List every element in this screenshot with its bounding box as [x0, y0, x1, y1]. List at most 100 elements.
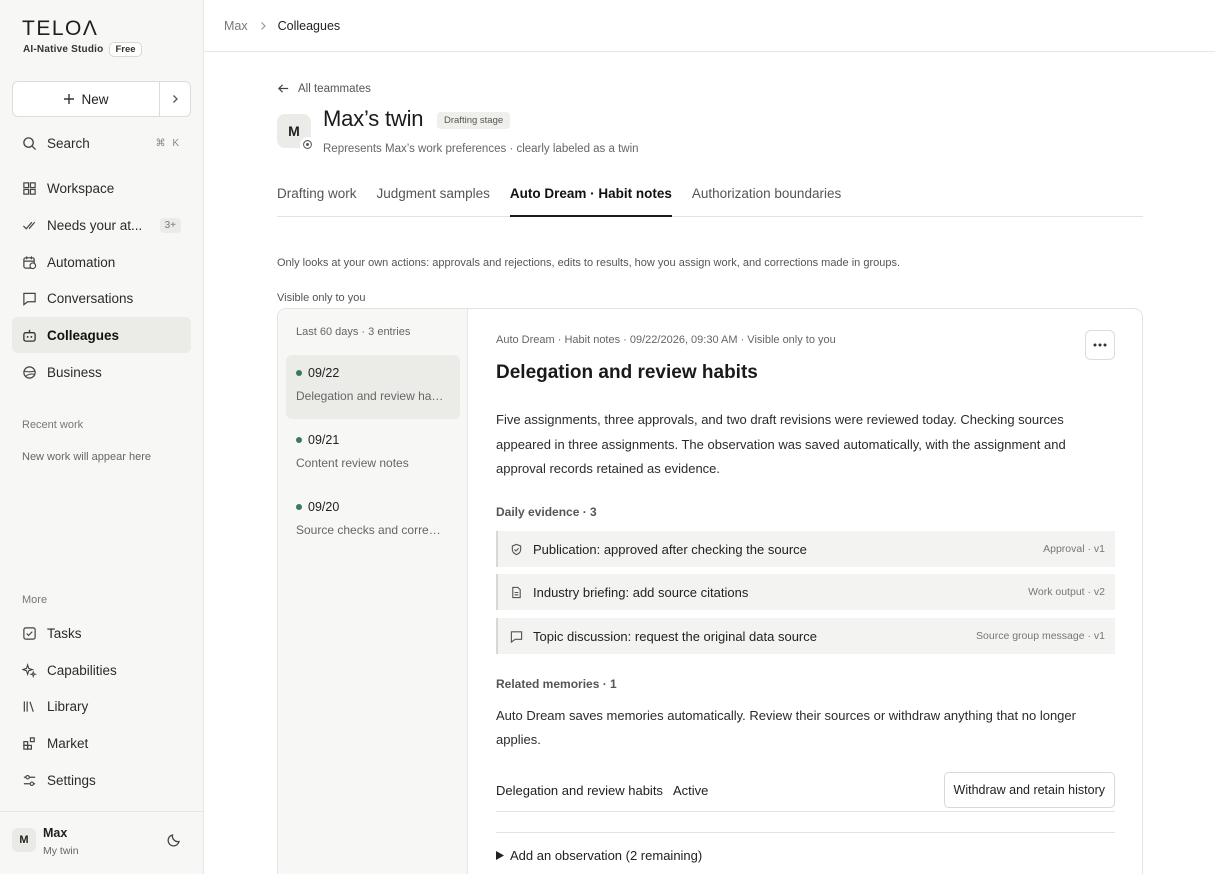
plus-icon [64, 94, 75, 104]
sidebar-item-label: Market [47, 735, 89, 751]
triangle-right-icon [496, 851, 504, 860]
sidebar-item-needs-attention[interactable]: Needs your at... 3+ [12, 207, 191, 243]
breadcrumb-parent[interactable]: Max [224, 19, 248, 33]
list-item[interactable]: 09/20 Source checks and corrections [286, 489, 460, 553]
status-dot [296, 370, 302, 376]
sidebar-item-label: Workspace [47, 180, 115, 196]
sidebar-item-library[interactable]: Library [12, 688, 191, 724]
memory-row: Delegation and review habits Active With… [496, 769, 1115, 812]
sidebar-item-label: Settings [47, 772, 96, 788]
tab-drafting-work[interactable]: Drafting work [277, 180, 357, 217]
tab-bar: Drafting work Judgment samples Auto Drea… [277, 180, 1143, 217]
chat-bubble-icon [23, 292, 36, 306]
entry-title: Source checks and corrections [296, 523, 446, 537]
user-name: Max [43, 826, 68, 840]
memories-heading: Related memories · 1 [496, 677, 617, 691]
shield-check-icon [511, 543, 522, 555]
studio-label: AI-Native Studio [23, 44, 104, 55]
checkbox-icon [23, 626, 36, 640]
app-logo: TELOΛ [22, 17, 99, 40]
evidence-text: Industry briefing: add source citations [533, 584, 749, 600]
breadcrumb: Max Colleagues [204, 0, 1215, 52]
search-icon [23, 136, 37, 150]
new-expand-button[interactable] [160, 82, 190, 116]
twin-avatar-initial: M [288, 123, 300, 139]
list-item[interactable]: 09/21 Content review notes [286, 422, 460, 486]
sidebar-item-label: Automation [47, 254, 116, 270]
sidebar-item-workspace[interactable]: Workspace [12, 170, 191, 206]
entry-date: 09/21 [308, 433, 340, 447]
evidence-row[interactable]: Industry briefing: add source citations … [496, 574, 1115, 610]
moon-icon [167, 834, 180, 847]
sidebar-item-colleagues[interactable]: Colleagues [12, 317, 191, 353]
grid-icon [23, 181, 36, 195]
bot-icon [23, 329, 36, 342]
document-icon [512, 586, 521, 598]
sidebar-item-label: Colleagues [47, 327, 120, 343]
sidebar-item-label: Business [47, 364, 102, 380]
chat-bubble-icon [510, 630, 523, 643]
entry-date: 09/22 [308, 366, 340, 380]
sidebar-item-search[interactable]: Search ⌘ K [12, 125, 191, 161]
memory-name: Delegation and review habits [496, 782, 663, 798]
search-shortcut: ⌘ K [155, 137, 181, 149]
entry-title: Delegation and review habits [296, 389, 446, 403]
list-item[interactable]: 09/22 Delegation and review habits [286, 355, 460, 419]
evidence-row[interactable]: Publication: approved after checking the… [496, 531, 1115, 567]
blocks-icon [23, 736, 35, 750]
sidebar-item-market[interactable]: Market [12, 725, 191, 761]
more-options-button[interactable] [1085, 330, 1115, 360]
withdraw-memory-button[interactable]: Withdraw and retain history [943, 772, 1115, 808]
calendar-clock-icon [23, 255, 37, 269]
sidebar-item-conversations[interactable]: Conversations [12, 280, 191, 316]
status-dot [296, 437, 302, 443]
user-profile[interactable]: M Max My twin [0, 811, 204, 874]
entries-header: Last 60 days · 3 entries [296, 326, 411, 338]
add-observation-toggle[interactable]: Add an observation (2 remaining) [496, 832, 1115, 863]
double-check-icon [22, 221, 36, 230]
sidebar-item-label: Search [47, 135, 90, 151]
entry-title: Content review notes [296, 456, 409, 470]
sidebar: TELOΛ AI-Native Studio Free New Search ⌘… [0, 0, 204, 874]
back-link-label: All teammates [298, 82, 371, 95]
habit-notes-panel: Last 60 days · 3 entries 09/22 Delegatio… [277, 308, 1143, 874]
back-to-teammates-link[interactable]: All teammates [277, 82, 371, 95]
entry-date: 09/20 [308, 500, 340, 514]
more-horizontal-icon [1093, 343, 1107, 347]
evidence-heading: Daily evidence · 3 [496, 505, 597, 519]
chevron-right-icon [173, 95, 178, 103]
sidebar-item-label: Needs your at... [47, 217, 143, 233]
studio-row: AI-Native Studio Free [23, 42, 142, 57]
sidebar-item-label: Conversations [47, 290, 134, 306]
sidebar-item-business[interactable]: Business [12, 354, 191, 390]
sidebar-item-settings[interactable]: Settings [12, 762, 191, 798]
sparkles-icon [22, 662, 37, 678]
tab-judgment-samples[interactable]: Judgment samples [377, 180, 490, 217]
add-observation-label: Add an observation (2 remaining) [510, 848, 703, 863]
evidence-row[interactable]: Topic discussion: request the original d… [496, 618, 1115, 654]
sliders-icon [23, 774, 36, 786]
chevron-right-icon [260, 21, 266, 30]
sidebar-item-label: Library [47, 698, 89, 714]
evidence-text: Publication: approved after checking the… [533, 541, 807, 557]
more-label: More [22, 594, 48, 606]
sidebar-item-capabilities[interactable]: Capabilities [12, 652, 191, 688]
new-button-group: New [12, 81, 191, 117]
entry-title: Delegation and review habits [496, 362, 758, 383]
sidebar-item-tasks[interactable]: Tasks [12, 615, 191, 651]
tab-authorization-boundaries[interactable]: Authorization boundaries [692, 180, 841, 217]
globe-icon [23, 365, 36, 379]
entries-list: Last 60 days · 3 entries 09/22 Delegatio… [278, 309, 468, 874]
arrow-left-icon [278, 84, 289, 93]
sidebar-item-automation[interactable]: Automation [12, 244, 191, 280]
tab-auto-dream-habit-notes[interactable]: Auto Dream · Habit notes [509, 180, 672, 217]
avatar: M [12, 828, 36, 852]
entry-summary: Five assignments, three approvals, and t… [496, 412, 1066, 476]
twin-badge-icon [300, 137, 315, 152]
evidence-text: Topic discussion: request the original d… [533, 628, 817, 644]
stage-badge: Drafting stage [437, 112, 511, 129]
new-button[interactable]: New [13, 82, 160, 116]
intro-text: Only looks at your own actions: approval… [277, 257, 901, 269]
memories-description: Auto Dream saves memories automatically.… [496, 708, 1076, 747]
theme-toggle-button[interactable] [166, 832, 182, 853]
